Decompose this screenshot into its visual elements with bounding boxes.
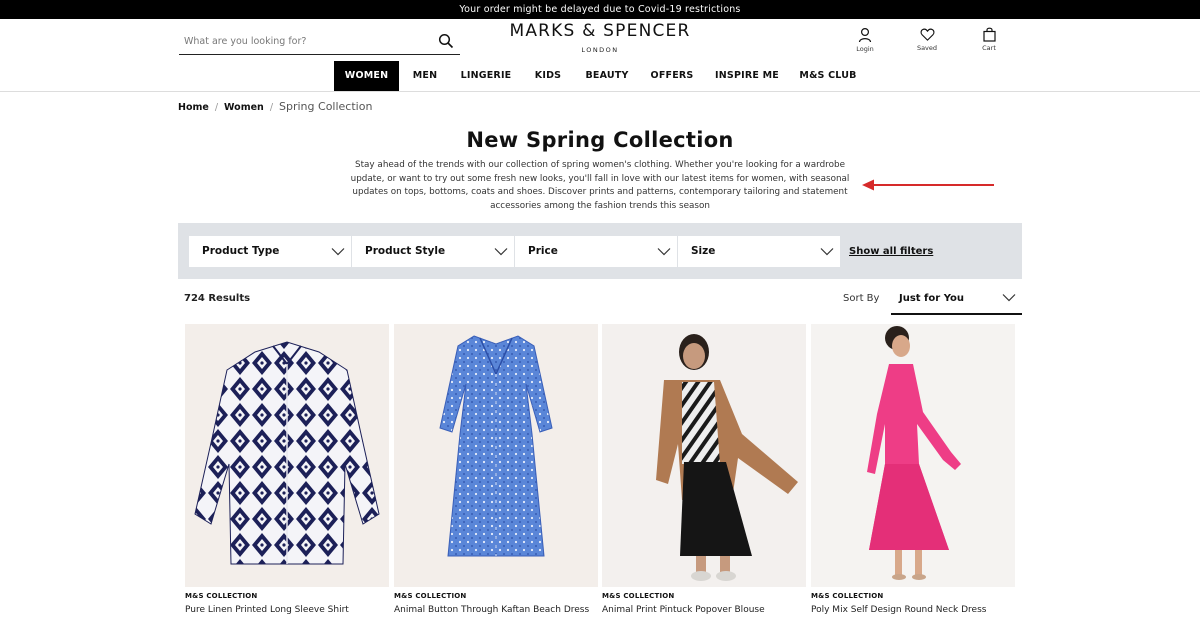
- nav-item-beauty[interactable]: BEAUTY: [581, 61, 633, 91]
- product-brand: M&S COLLECTION: [394, 592, 467, 600]
- breadcrumb-separator: /: [214, 102, 219, 113]
- chevron-down-icon: [1002, 294, 1016, 302]
- nav-item-women[interactable]: WOMEN: [334, 61, 399, 91]
- search-bar: [179, 29, 460, 55]
- product-brand: M&S COLLECTION: [602, 592, 675, 600]
- product-card[interactable]: M&S COLLECTION Animal Print Pintuck Popo…: [602, 324, 806, 615]
- product-image-pink-dress-model[interactable]: [811, 324, 1015, 587]
- breadcrumb-current: Spring Collection: [279, 100, 373, 113]
- logo-brand: MARKS & SPENCER: [509, 21, 691, 41]
- filter-label: Product Type: [202, 245, 280, 257]
- nav-item-inspire-me[interactable]: INSPIRE ME: [713, 61, 781, 91]
- annotation-arrow-icon: [862, 179, 994, 191]
- product-card[interactable]: M&S COLLECTION Pure Linen Printed Long S…: [185, 324, 389, 615]
- product-card[interactable]: M&S COLLECTION Poly Mix Self Design Roun…: [811, 324, 1015, 615]
- user-icon: [858, 27, 872, 43]
- delivery-banner: Your order might be delayed due to Covid…: [0, 0, 1200, 19]
- chevron-down-icon: [494, 248, 508, 256]
- product-brand: M&S COLLECTION: [811, 592, 884, 600]
- chevron-down-icon: [331, 248, 345, 256]
- breadcrumb-home[interactable]: Home: [178, 102, 209, 113]
- breadcrumb-separator: /: [269, 102, 274, 113]
- nav-item-offers[interactable]: OFFERS: [648, 61, 696, 91]
- nav-item-ms-club[interactable]: M&S CLUB: [796, 61, 860, 91]
- sort-select[interactable]: Just for You: [891, 285, 1022, 315]
- show-all-filters-link[interactable]: Show all filters: [849, 246, 933, 257]
- sort-by-label: Sort By: [843, 293, 880, 304]
- heart-icon: [920, 28, 934, 41]
- nav-item-kids[interactable]: KIDS: [529, 61, 567, 91]
- product-name[interactable]: Pure Linen Printed Long Sleeve Shirt: [185, 605, 389, 615]
- filter-price[interactable]: Price: [515, 236, 677, 267]
- search-input[interactable]: [179, 36, 419, 47]
- saved-button[interactable]: Saved: [907, 27, 947, 52]
- filter-label: Product Style: [365, 245, 446, 257]
- chevron-down-icon: [657, 248, 671, 256]
- main-nav: WOMEN MEN LINGERIE KIDS BEAUTY OFFERS IN…: [0, 61, 1200, 92]
- product-brand: M&S COLLECTION: [185, 592, 258, 600]
- search-icon[interactable]: [438, 33, 454, 49]
- cart-label: Cart: [982, 44, 996, 52]
- filter-bar: Product Type Product Style Price Size Sh…: [178, 223, 1022, 279]
- product-image-shirt[interactable]: [185, 324, 389, 587]
- filter-product-style[interactable]: Product Style: [352, 236, 514, 267]
- product-name[interactable]: Poly Mix Self Design Round Neck Dress: [811, 605, 1015, 615]
- filter-label: Price: [528, 245, 558, 257]
- breadcrumb-women[interactable]: Women: [224, 102, 264, 113]
- filter-size[interactable]: Size: [678, 236, 840, 267]
- results-count: 724 Results: [184, 293, 251, 304]
- nav-item-lingerie[interactable]: LINGERIE: [458, 61, 514, 91]
- sort-value: Just for You: [899, 293, 964, 304]
- site-header: MARKS & SPENCER LONDON Login Saved Cart: [0, 19, 1200, 61]
- filter-label: Size: [691, 245, 716, 257]
- login-button[interactable]: Login: [845, 27, 885, 53]
- login-label: Login: [856, 45, 874, 53]
- breadcrumb: Home / Women / Spring Collection: [178, 100, 372, 113]
- product-image-dress-blue[interactable]: [394, 324, 598, 587]
- product-card[interactable]: M&S COLLECTION Animal Button Through Kaf…: [394, 324, 598, 615]
- nav-item-men[interactable]: MEN: [405, 61, 445, 91]
- product-name[interactable]: Animal Print Pintuck Popover Blouse: [602, 605, 806, 615]
- page-title: New Spring Collection: [466, 128, 734, 152]
- product-image-blouse-model[interactable]: [602, 324, 806, 587]
- intro-text: Stay ahead of the trends with our collec…: [350, 160, 850, 211]
- cart-button[interactable]: Cart: [969, 27, 1009, 52]
- saved-label: Saved: [916, 44, 938, 52]
- filter-product-type[interactable]: Product Type: [189, 236, 351, 267]
- logo-sub: LONDON: [581, 46, 619, 54]
- bag-icon: [982, 27, 996, 42]
- chevron-down-icon: [820, 248, 834, 256]
- site-logo[interactable]: MARKS & SPENCER LONDON: [505, 21, 695, 54]
- product-name[interactable]: Animal Button Through Kaftan Beach Dress: [394, 605, 598, 615]
